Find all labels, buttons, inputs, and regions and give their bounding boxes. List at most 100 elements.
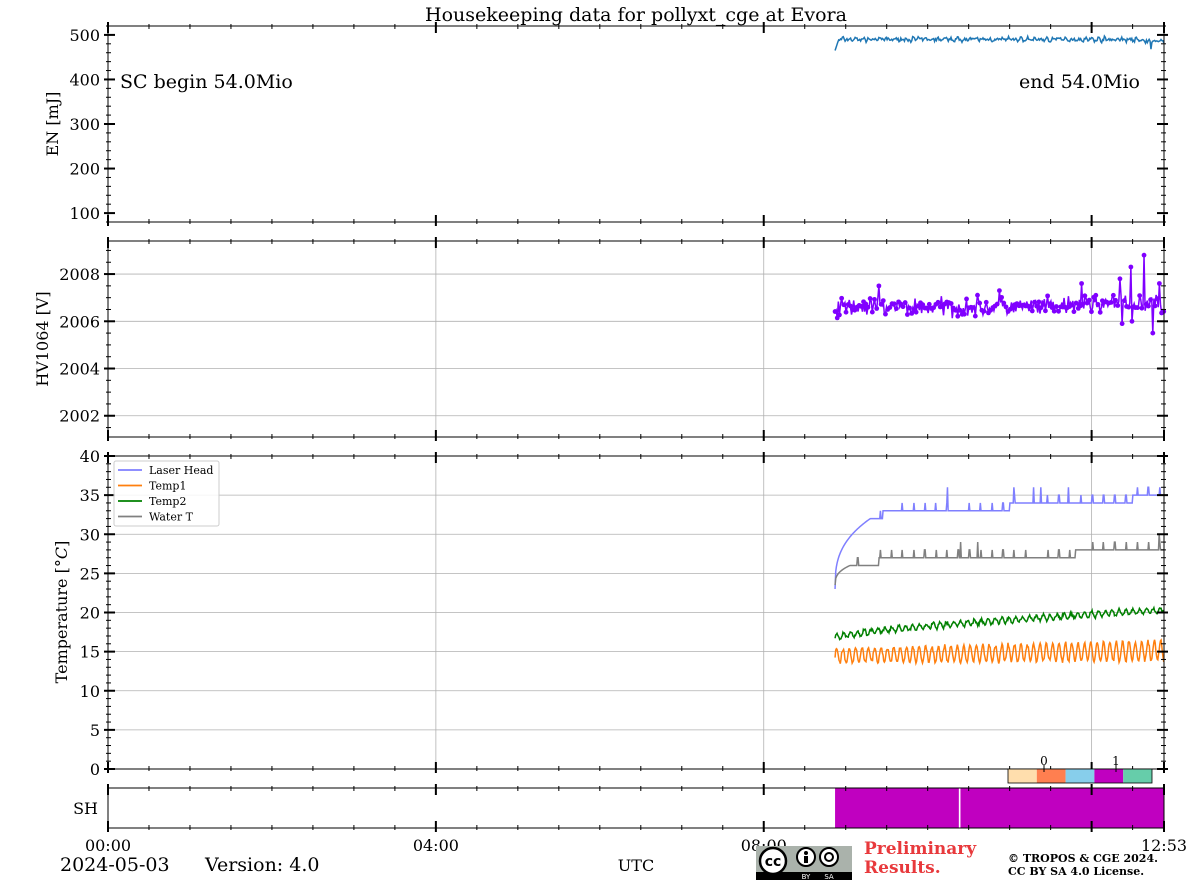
hv1064-point xyxy=(880,298,886,304)
energy-annotation-end: end 54.0Mio xyxy=(1019,71,1140,93)
hv1064-point xyxy=(983,299,989,305)
hv1064-point xyxy=(1126,304,1132,310)
temperature-legend: Laser Head Temp1 Temp2 Water T xyxy=(113,460,220,527)
hv1064-point xyxy=(955,313,961,319)
hv1064-point xyxy=(1003,304,1009,310)
hv1064-grid xyxy=(108,241,1164,437)
shutter-segment xyxy=(960,788,1164,828)
hv1064-point xyxy=(1119,321,1125,327)
hv1064-point xyxy=(1137,293,1143,298)
hv1064-point xyxy=(894,306,899,312)
x-tick-label: 00:00 xyxy=(85,836,131,855)
hv1064-point xyxy=(1152,303,1158,309)
y-tick-label: 2002 xyxy=(59,407,100,426)
energy-panel: 100 200 300 400 500 EN [mJ] SC begin 54.0Mio… xyxy=(43,22,1168,226)
hv1064-point xyxy=(1093,292,1099,298)
hv1064-point xyxy=(1110,292,1116,298)
hv1064-point xyxy=(1115,303,1121,308)
hv1064-point xyxy=(975,292,980,298)
hv1064-point xyxy=(957,307,963,313)
shutter-segments xyxy=(835,788,1164,828)
hv1064-point xyxy=(1043,308,1048,314)
hv1064-point xyxy=(904,312,910,317)
hv1064-point xyxy=(1073,300,1079,306)
hv1064-point xyxy=(913,309,919,315)
colorbar-tick-label: 0 xyxy=(1040,754,1048,768)
hv1064-ylabel: HV1064 [V] xyxy=(33,291,52,386)
hv1064-point xyxy=(883,311,888,317)
y-tick-label: 15 xyxy=(80,643,100,662)
y-tick-label: 40 xyxy=(80,447,100,466)
colorbar-cell xyxy=(1036,769,1066,783)
hv1064-point xyxy=(1082,293,1088,299)
cc-badge-main: cc xyxy=(765,854,782,870)
hv1064-point xyxy=(843,309,849,315)
hv1064-point xyxy=(1141,252,1147,258)
y-tick-label: 2006 xyxy=(59,312,100,331)
hv1064-point xyxy=(839,295,845,301)
temperature-yticks: 0510152025303540 xyxy=(80,447,1168,779)
y-tick-label: 30 xyxy=(80,525,100,544)
hv1064-point xyxy=(1121,298,1127,304)
hv1064-point xyxy=(841,302,847,308)
legend-entry: Laser Head xyxy=(149,464,213,477)
hv1064-point xyxy=(1045,293,1051,299)
temperature-line-3 xyxy=(834,534,1164,586)
hv1064-point xyxy=(858,303,864,309)
energy-series xyxy=(834,34,1165,51)
hv1064-point xyxy=(1139,305,1145,311)
hv1064-point xyxy=(1086,297,1092,303)
hv1064-point xyxy=(1069,302,1075,308)
energy-axes-frame xyxy=(107,25,1165,223)
hv1064-point xyxy=(876,283,882,289)
legend-entry: Temp1 xyxy=(149,480,186,493)
hv1064-point xyxy=(900,304,906,310)
hv1064-point xyxy=(994,301,1000,307)
hv1064-point xyxy=(1150,330,1156,336)
y-tick-label: 0 xyxy=(90,760,100,779)
preliminary-results-line2: Results. xyxy=(864,858,941,878)
y-tick-label: 100 xyxy=(69,204,100,223)
hv1064-point xyxy=(953,307,958,313)
y-tick-label: 2008 xyxy=(59,265,100,284)
shutter-panel: SH 00:00 04:00 08:00 12:53 xyxy=(73,784,1187,855)
shutter-ylabel: SH xyxy=(73,799,98,818)
hv1064-point xyxy=(1113,297,1118,303)
temperature-panel: 0510152025303540 Temperature [°C] Laser … xyxy=(52,447,1168,784)
housekeeping-figure: Housekeeping data for pollyxt_cge at Evo… xyxy=(33,4,1187,880)
hv1064-point xyxy=(1128,264,1134,270)
hv1064-point xyxy=(869,309,875,315)
hv1064-point xyxy=(1108,299,1114,305)
hv1064-point xyxy=(970,305,976,310)
hv1064-point xyxy=(977,300,983,306)
hv1064-point xyxy=(999,294,1004,300)
x-tick-label: 04:00 xyxy=(413,836,459,855)
cc-by-sa-license-icon: cc BY SA xyxy=(756,846,852,880)
hv1064-point xyxy=(1135,305,1140,311)
hv1064-point xyxy=(964,296,969,302)
hv1064-point xyxy=(981,308,987,314)
temperature-ylabel: Temperature [°C] xyxy=(52,541,71,684)
figure-title: Housekeeping data for pollyxt_cge at Evo… xyxy=(425,4,847,26)
hv1064-point xyxy=(1029,308,1035,314)
cc-badge-sa: SA xyxy=(824,873,834,880)
energy-xticks xyxy=(107,22,1165,226)
hv1064-point xyxy=(1097,309,1103,315)
legend-entry: Water T xyxy=(149,511,194,524)
hv1064-point xyxy=(935,299,941,305)
colorbar-cell xyxy=(1123,769,1152,783)
hv1064-point xyxy=(865,304,871,310)
preliminary-results-line1: Preliminary xyxy=(864,839,977,859)
hv1064-point xyxy=(1053,304,1059,309)
energy-annotation-begin: SC begin 54.0Mio xyxy=(120,71,293,93)
colorbar-cell xyxy=(1008,769,1037,783)
hv1064-series xyxy=(832,252,1167,336)
hv1064-point xyxy=(1154,296,1160,302)
hv1064-point xyxy=(1146,303,1151,309)
hv1064-point xyxy=(1079,281,1084,286)
hv1064-point xyxy=(1156,281,1162,286)
hv1064-point xyxy=(1051,308,1057,314)
hv1064-point xyxy=(1095,302,1101,307)
hv1064-panel: 2002 2004 2006 2008 HV1064 [V] xyxy=(33,237,1168,441)
y-tick-label: 200 xyxy=(69,160,100,179)
